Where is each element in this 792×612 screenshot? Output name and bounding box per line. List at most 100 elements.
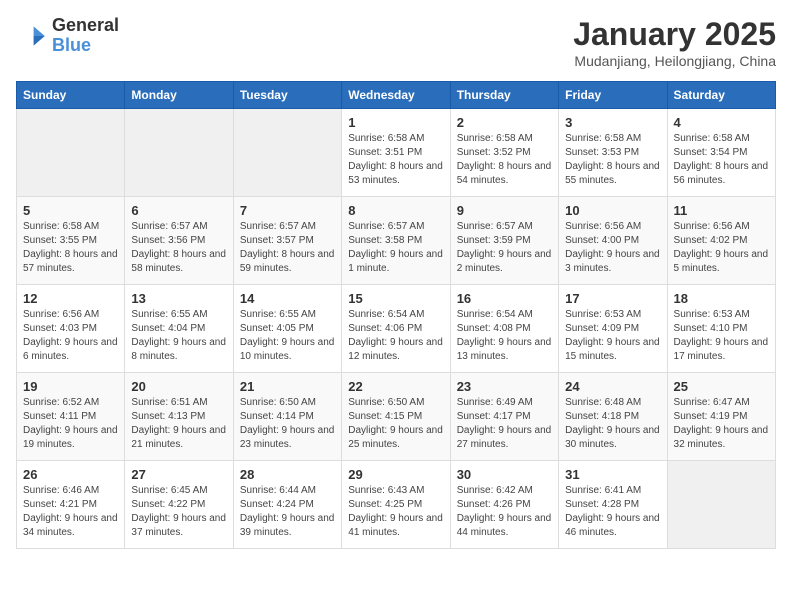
day-info: Sunrise: 6:57 AM Sunset: 3:57 PM Dayligh… xyxy=(240,220,335,276)
day-number: 24 xyxy=(565,379,660,394)
calendar-cell: 26 Sunrise: 6:46 AM Sunset: 4:21 PM Dayli… xyxy=(17,461,125,549)
calendar-cell: 18 Sunrise: 6:53 AM Sunset: 4:10 PM Dayli… xyxy=(667,285,775,373)
day-info: Sunrise: 6:41 AM Sunset: 4:28 PM Dayligh… xyxy=(565,484,660,540)
calendar-cell: 2Sunrise: 6:58 AM Sunset: 3:52 PM Daylig… xyxy=(450,109,558,197)
day-number: 9 xyxy=(457,203,552,218)
calendar-cell: 22 Sunrise: 6:50 AM Sunset: 4:15 PM Dayli… xyxy=(342,373,450,461)
weekday-header: Tuesday xyxy=(233,82,341,109)
day-info: Sunrise: 6:46 AM Sunset: 4:21 PM Dayligh… xyxy=(23,484,118,540)
day-info: Sunrise: 6:58 AM Sunset: 3:52 PM Dayligh… xyxy=(457,132,552,188)
calendar-cell: 1Sunrise: 6:58 AM Sunset: 3:51 PM Daylig… xyxy=(342,109,450,197)
location-subtitle: Mudanjiang, Heilongjiang, China xyxy=(573,53,776,69)
day-number: 25 xyxy=(674,379,769,394)
day-info: Sunrise: 6:49 AM Sunset: 4:17 PM Dayligh… xyxy=(457,396,552,452)
day-info: Sunrise: 6:55 AM Sunset: 4:04 PM Dayligh… xyxy=(131,308,226,364)
calendar-cell: 21 Sunrise: 6:50 AM Sunset: 4:14 PM Dayli… xyxy=(233,373,341,461)
day-number: 6 xyxy=(131,203,226,218)
day-number: 21 xyxy=(240,379,335,394)
day-info: Sunrise: 6:44 AM Sunset: 4:24 PM Dayligh… xyxy=(240,484,335,540)
day-info: Sunrise: 6:56 AM Sunset: 4:00 PM Dayligh… xyxy=(565,220,660,276)
day-number: 3 xyxy=(565,115,660,130)
logo-text: General Blue xyxy=(52,16,119,56)
calendar-table: SundayMondayTuesdayWednesdayThursdayFrid… xyxy=(16,81,776,549)
day-info: Sunrise: 6:58 AM Sunset: 3:55 PM Dayligh… xyxy=(23,220,118,276)
day-number: 22 xyxy=(348,379,443,394)
day-number: 16 xyxy=(457,291,552,306)
calendar-cell: 23 Sunrise: 6:49 AM Sunset: 4:17 PM Dayli… xyxy=(450,373,558,461)
calendar-cell: 25 Sunrise: 6:47 AM Sunset: 4:19 PM Dayli… xyxy=(667,373,775,461)
calendar-cell xyxy=(125,109,233,197)
day-number: 29 xyxy=(348,467,443,482)
calendar-cell: 12 Sunrise: 6:56 AM Sunset: 4:03 PM Dayli… xyxy=(17,285,125,373)
calendar-cell xyxy=(667,461,775,549)
day-info: Sunrise: 6:56 AM Sunset: 4:03 PM Dayligh… xyxy=(23,308,118,364)
weekday-header: Sunday xyxy=(17,82,125,109)
day-number: 11 xyxy=(674,203,769,218)
day-number: 26 xyxy=(23,467,118,482)
calendar-cell: 5Sunrise: 6:58 AM Sunset: 3:55 PM Daylig… xyxy=(17,197,125,285)
day-number: 30 xyxy=(457,467,552,482)
month-title: January 2025 xyxy=(573,16,776,53)
calendar-cell: 27Sunrise: 6:45 AM Sunset: 4:22 PM Dayli… xyxy=(125,461,233,549)
page-header: General Blue January 2025 Mudanjiang, He… xyxy=(16,16,776,69)
day-info: Sunrise: 6:57 AM Sunset: 3:56 PM Dayligh… xyxy=(131,220,226,276)
day-number: 10 xyxy=(565,203,660,218)
calendar-cell: 14 Sunrise: 6:55 AM Sunset: 4:05 PM Dayli… xyxy=(233,285,341,373)
day-number: 28 xyxy=(240,467,335,482)
day-number: 31 xyxy=(565,467,660,482)
calendar-cell: 4 Sunrise: 6:58 AM Sunset: 3:54 PM Daylig… xyxy=(667,109,775,197)
day-info: Sunrise: 6:47 AM Sunset: 4:19 PM Dayligh… xyxy=(674,396,769,452)
day-info: Sunrise: 6:53 AM Sunset: 4:09 PM Dayligh… xyxy=(565,308,660,364)
calendar-cell: 3 Sunrise: 6:58 AM Sunset: 3:53 PM Daylig… xyxy=(559,109,667,197)
day-info: Sunrise: 6:56 AM Sunset: 4:02 PM Dayligh… xyxy=(674,220,769,276)
calendar-cell: 13 Sunrise: 6:55 AM Sunset: 4:04 PM Dayli… xyxy=(125,285,233,373)
day-number: 4 xyxy=(674,115,769,130)
logo-icon xyxy=(16,20,48,52)
calendar-cell: 31 Sunrise: 6:41 AM Sunset: 4:28 PM Dayli… xyxy=(559,461,667,549)
day-info: Sunrise: 6:54 AM Sunset: 4:06 PM Dayligh… xyxy=(348,308,443,364)
logo: General Blue xyxy=(16,16,119,56)
calendar-cell: 10 Sunrise: 6:56 AM Sunset: 4:00 PM Dayli… xyxy=(559,197,667,285)
calendar-cell xyxy=(233,109,341,197)
calendar-cell: 20 Sunrise: 6:51 AM Sunset: 4:13 PM Dayli… xyxy=(125,373,233,461)
calendar-cell: 6 Sunrise: 6:57 AM Sunset: 3:56 PM Daylig… xyxy=(125,197,233,285)
day-info: Sunrise: 6:54 AM Sunset: 4:08 PM Dayligh… xyxy=(457,308,552,364)
calendar-cell: 15 Sunrise: 6:54 AM Sunset: 4:06 PM Dayli… xyxy=(342,285,450,373)
weekday-header: Wednesday xyxy=(342,82,450,109)
weekday-header: Thursday xyxy=(450,82,558,109)
title-block: January 2025 Mudanjiang, Heilongjiang, C… xyxy=(573,16,776,69)
day-number: 7 xyxy=(240,203,335,218)
weekday-header: Saturday xyxy=(667,82,775,109)
day-info: Sunrise: 6:55 AM Sunset: 4:05 PM Dayligh… xyxy=(240,308,335,364)
day-number: 12 xyxy=(23,291,118,306)
calendar-cell: 29Sunrise: 6:43 AM Sunset: 4:25 PM Dayli… xyxy=(342,461,450,549)
calendar-cell: 19Sunrise: 6:52 AM Sunset: 4:11 PM Dayli… xyxy=(17,373,125,461)
day-number: 14 xyxy=(240,291,335,306)
day-info: Sunrise: 6:58 AM Sunset: 3:54 PM Dayligh… xyxy=(674,132,769,188)
calendar-cell: 11 Sunrise: 6:56 AM Sunset: 4:02 PM Dayli… xyxy=(667,197,775,285)
day-number: 15 xyxy=(348,291,443,306)
day-info: Sunrise: 6:50 AM Sunset: 4:14 PM Dayligh… xyxy=(240,396,335,452)
day-number: 17 xyxy=(565,291,660,306)
calendar-cell: 24Sunrise: 6:48 AM Sunset: 4:18 PM Dayli… xyxy=(559,373,667,461)
day-info: Sunrise: 6:42 AM Sunset: 4:26 PM Dayligh… xyxy=(457,484,552,540)
day-number: 18 xyxy=(674,291,769,306)
day-info: Sunrise: 6:57 AM Sunset: 3:58 PM Dayligh… xyxy=(348,220,443,276)
day-info: Sunrise: 6:58 AM Sunset: 3:53 PM Dayligh… xyxy=(565,132,660,188)
weekday-header: Monday xyxy=(125,82,233,109)
day-number: 23 xyxy=(457,379,552,394)
day-number: 27 xyxy=(131,467,226,482)
day-number: 13 xyxy=(131,291,226,306)
calendar-cell: 9Sunrise: 6:57 AM Sunset: 3:59 PM Daylig… xyxy=(450,197,558,285)
calendar-cell xyxy=(17,109,125,197)
calendar-cell: 7 Sunrise: 6:57 AM Sunset: 3:57 PM Daylig… xyxy=(233,197,341,285)
weekday-header: Friday xyxy=(559,82,667,109)
day-number: 8 xyxy=(348,203,443,218)
day-number: 20 xyxy=(131,379,226,394)
day-number: 19 xyxy=(23,379,118,394)
day-info: Sunrise: 6:50 AM Sunset: 4:15 PM Dayligh… xyxy=(348,396,443,452)
day-info: Sunrise: 6:53 AM Sunset: 4:10 PM Dayligh… xyxy=(674,308,769,364)
calendar-cell: 30 Sunrise: 6:42 AM Sunset: 4:26 PM Dayli… xyxy=(450,461,558,549)
day-number: 1 xyxy=(348,115,443,130)
day-info: Sunrise: 6:51 AM Sunset: 4:13 PM Dayligh… xyxy=(131,396,226,452)
